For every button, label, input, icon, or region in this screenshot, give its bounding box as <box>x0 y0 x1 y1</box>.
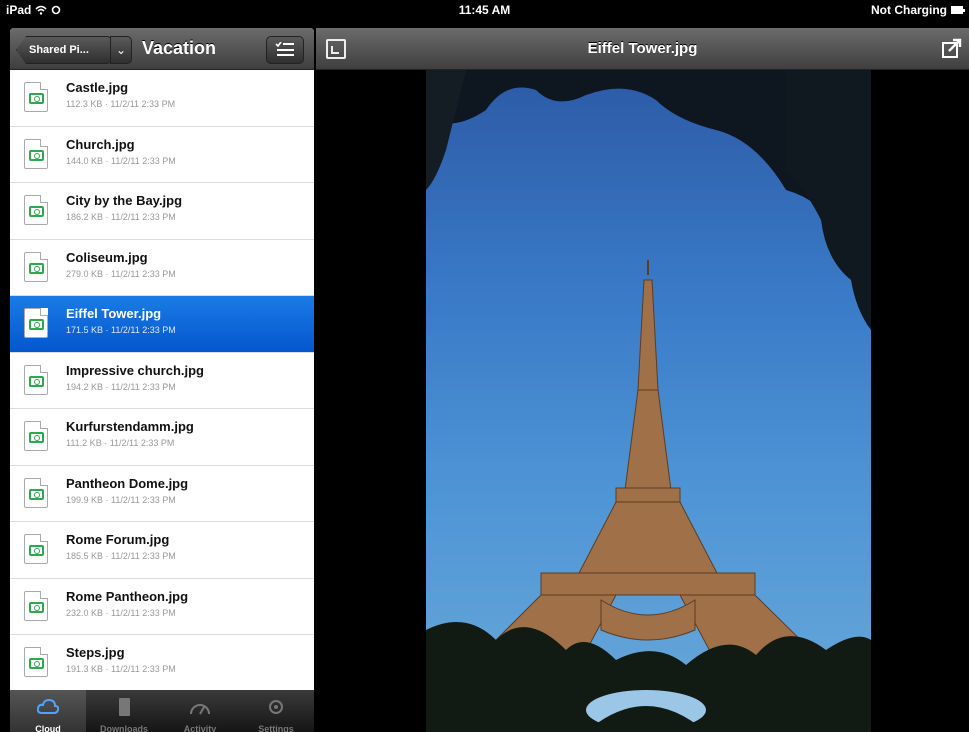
image-file-icon <box>24 590 48 621</box>
battery-status: Not Charging <box>871 3 947 17</box>
file-meta: 144.0 KB · 11/2/11 2:33 PM <box>66 155 176 166</box>
camera-icon <box>29 601 44 613</box>
viewer-nav-bar: Eiffel Tower.jpg <box>316 28 969 70</box>
tab-cloud[interactable]: Cloud <box>10 690 86 732</box>
file-meta: 112.3 KB · 11/2/11 2:33 PM <box>66 99 176 109</box>
file-row[interactable]: Coliseum.jpg 279.0 KB · 11/2/11 2:33 PM <box>10 239 314 296</box>
file-row[interactable]: Steps.jpg 191.3 KB · 11/2/11 2:33 PM <box>10 635 314 692</box>
viewer-title: Eiffel Tower.jpg <box>587 40 698 57</box>
tab-settings[interactable]: Settings <box>238 690 314 732</box>
image-file-icon <box>24 308 48 338</box>
image-file-icon <box>24 477 48 508</box>
tab-downloads[interactable]: Downloads <box>86 690 162 732</box>
file-name: Rome Pantheon.jpg <box>66 588 189 604</box>
file-name: Impressive church.jpg <box>66 362 204 378</box>
sidebar-nav-bar: Shared Pi... ⌄ Vacation <box>10 28 314 70</box>
file-row[interactable]: Kurfurstendamm.jpg 111.2 KB · 11/2/11 2:3… <box>10 409 314 466</box>
file-name: Kurfurstendamm.jpg <box>66 419 194 434</box>
tab-label: Cloud <box>35 724 61 732</box>
edit-list-button[interactable] <box>266 36 304 64</box>
file-row[interactable]: Pantheon Dome.jpg 199.9 KB · 11/2/11 2:33… <box>10 465 314 522</box>
file-name: Eiffel Tower.jpg <box>66 306 162 321</box>
tab-activity[interactable]: Activity <box>162 690 238 732</box>
file-name: Church.jpg <box>66 136 135 152</box>
camera-icon <box>29 658 44 669</box>
image-file-icon <box>24 647 48 677</box>
camera-icon <box>29 149 44 161</box>
file-meta: 111.2 KB · 11/2/11 2:33 PM <box>66 438 175 448</box>
file-name: Rome Forum.jpg <box>66 532 170 547</box>
image-file-icon <box>24 421 48 451</box>
file-row[interactable]: Church.jpg 144.0 KB · 11/2/11 2:33 PM <box>10 126 314 183</box>
checklist-icon <box>275 42 294 56</box>
file-meta: 194.2 KB · 11/2/11 2:33 PM <box>66 381 176 392</box>
ipad-icon <box>86 698 162 716</box>
file-meta: 232.0 KB · 11/2/11 2:33 PM <box>66 607 176 618</box>
back-button[interactable]: Shared Pi... <box>16 36 112 64</box>
status-bar: iPad 11:45 AM Not Charging <box>0 0 969 20</box>
image-file-icon <box>24 138 48 169</box>
file-row[interactable]: Castle.jpg 112.3 KB · 11/2/11 2:33 PM <box>10 70 314 127</box>
share-icon[interactable] <box>941 37 963 59</box>
file-row[interactable]: Rome Pantheon.jpg 232.0 KB · 11/2/11 2:33… <box>10 578 314 635</box>
file-meta: 171.5 KB · 11/2/11 2:33 PM <box>66 325 176 335</box>
image-file-icon <box>24 364 48 395</box>
camera-icon <box>29 545 44 556</box>
camera-icon <box>29 93 44 104</box>
file-meta: 185.5 KB · 11/2/11 2:33 PM <box>66 551 176 561</box>
file-meta: 186.2 KB · 11/2/11 2:33 PM <box>66 212 176 222</box>
tab-label: Downloads <box>99 724 148 732</box>
file-meta: 279.0 KB · 11/2/11 2:33 PM <box>66 268 176 279</box>
gear-icon <box>238 698 314 716</box>
file-name: City by the Bay.jpg <box>66 193 183 208</box>
folder-dropdown-button[interactable]: ⌄ <box>110 36 132 64</box>
cloud-icon <box>10 698 86 716</box>
photo <box>426 70 871 732</box>
camera-icon <box>29 206 44 217</box>
tab-bar: Cloud Downloads Activity Settings <box>10 690 314 732</box>
battery-icon <box>951 6 965 14</box>
image-file-icon <box>24 195 48 225</box>
tab-label: Settings <box>258 724 294 732</box>
file-row[interactable]: Rome Forum.jpg 185.5 KB · 11/2/11 2:33 PM <box>10 522 314 579</box>
camera-icon <box>29 262 44 274</box>
tab-label: Activity <box>183 724 217 732</box>
image-file-icon <box>24 82 48 112</box>
image-viewer[interactable] <box>316 70 969 732</box>
status-time: 11:45 AM <box>458 3 511 17</box>
camera-icon <box>29 375 44 387</box>
file-name: Coliseum.jpg <box>66 249 148 265</box>
file-list: Castle.jpg 112.3 KB · 11/2/11 2:33 PM Chur… <box>10 70 314 692</box>
file-name: Steps.jpg <box>66 645 125 660</box>
file-row[interactable]: Impressive church.jpg 194.2 KB · 11/2/11 … <box>10 352 314 409</box>
chevron-down-icon: ⌄ <box>115 43 127 57</box>
file-meta: 199.9 KB · 11/2/11 2:33 PM <box>66 494 176 505</box>
folder-title: Vacation <box>142 38 217 58</box>
image-file-icon <box>24 534 48 564</box>
camera-icon <box>29 432 44 443</box>
image-file-icon <box>24 251 48 282</box>
file-row[interactable]: City by the Bay.jpg 186.2 KB · 11/2/11 2:… <box>10 183 314 240</box>
file-name: Castle.jpg <box>66 80 129 95</box>
file-browser-panel: Shared Pi... ⌄ Vacation Castle.jpg 112.3 … <box>10 28 314 732</box>
camera-icon <box>29 319 44 330</box>
file-row[interactable]: Eiffel Tower.jpg 171.5 KB · 11/2/11 2:33 … <box>10 296 314 353</box>
eiffel-tower-illustration <box>426 70 871 732</box>
file-meta: 191.3 KB · 11/2/11 2:33 PM <box>66 664 176 674</box>
camera-icon <box>29 488 44 500</box>
speedometer-icon <box>162 698 238 716</box>
file-name: Pantheon Dome.jpg <box>66 475 189 491</box>
back-button-label: Shared Pi... <box>29 44 89 56</box>
